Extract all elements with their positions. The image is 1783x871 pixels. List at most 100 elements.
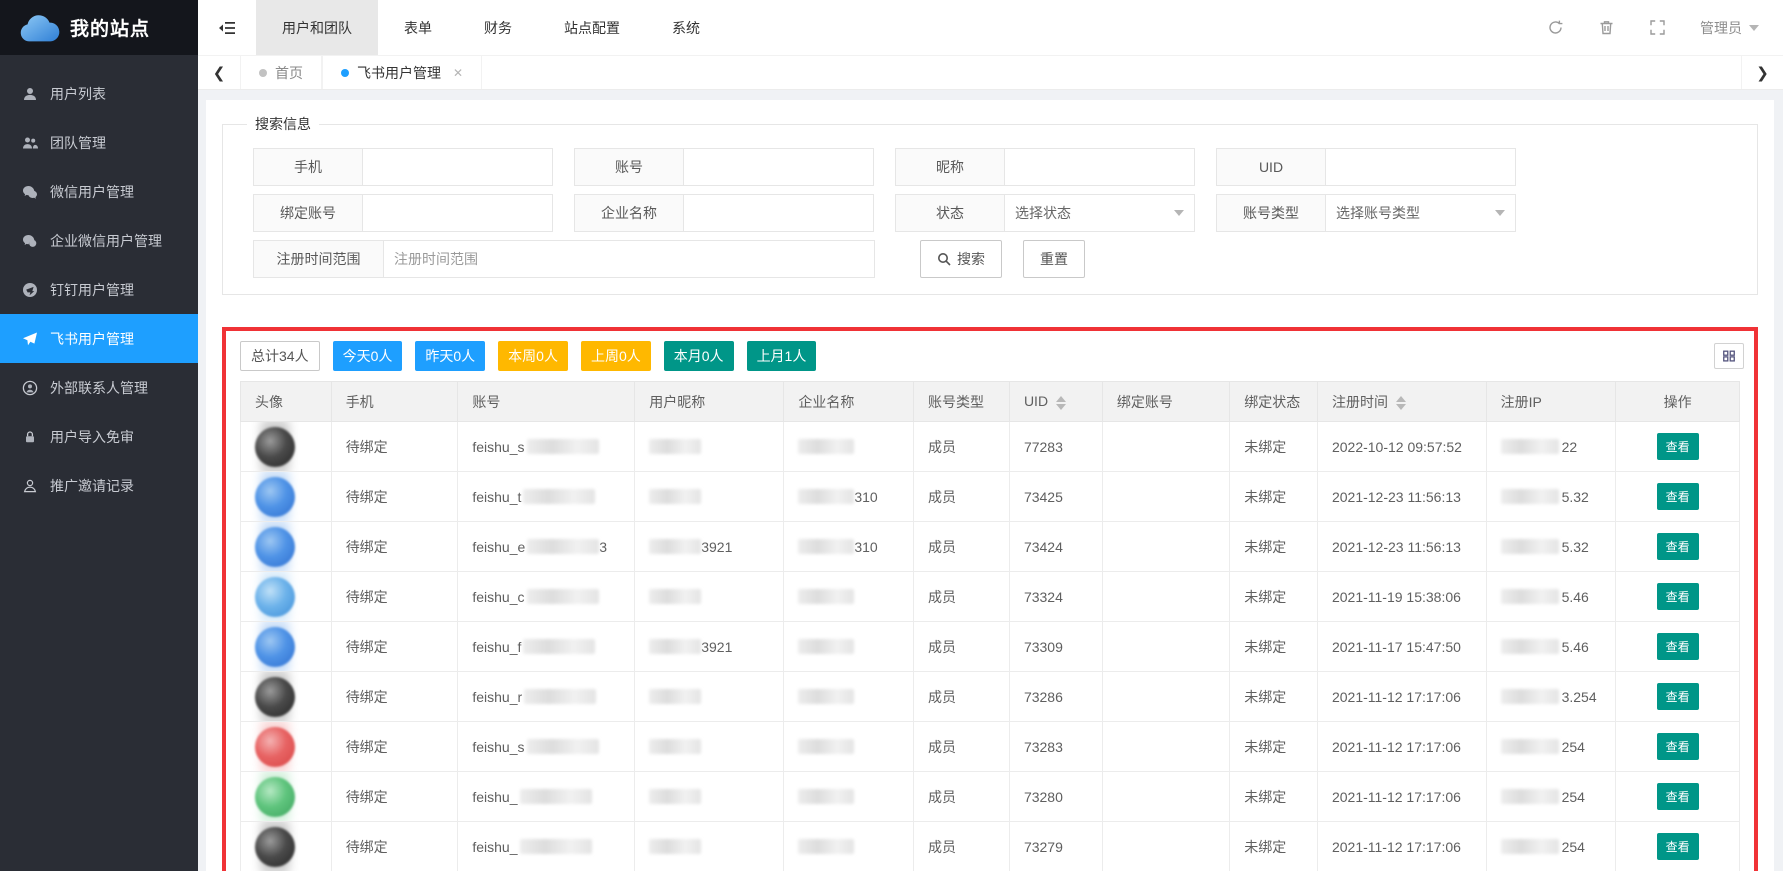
search-field-input[interactable] [363, 194, 553, 232]
ip-tail: 22 [1562, 439, 1578, 455]
reset-button[interactable]: 重置 [1023, 240, 1085, 278]
tab-close-icon[interactable]: ✕ [453, 66, 463, 80]
stat-badge-7[interactable]: 上月1人 [747, 341, 817, 371]
avatar-wrap [255, 577, 295, 617]
avatar [255, 727, 295, 767]
sidebar-item-3[interactable]: 微信用户管理 [0, 167, 198, 216]
search-field-input[interactable] [363, 148, 553, 186]
nickname-cell: 3921 [635, 522, 784, 572]
refresh-icon[interactable] [1547, 19, 1564, 36]
top-nav-item-1[interactable]: 用户和团队 [256, 0, 378, 55]
nickname-redaction-blur [649, 589, 701, 604]
avatar-cell [241, 722, 332, 772]
view-button[interactable]: 查看 [1657, 733, 1699, 760]
chevron-down-icon [1174, 210, 1184, 216]
ip-redaction-blur [1501, 489, 1559, 504]
view-button[interactable]: 查看 [1657, 783, 1699, 810]
account-cell: feishu_c [458, 572, 635, 622]
bind-account-cell [1102, 572, 1229, 622]
search-field-label: 状态 [895, 194, 1005, 232]
sidebar-item-7[interactable]: 外部联系人管理 [0, 363, 198, 412]
account-prefix: feishu_f [472, 639, 521, 655]
sidebar-collapse-icon[interactable] [198, 19, 256, 37]
search-field-select[interactable]: 选择账号类型 [1326, 194, 1516, 232]
sidebar-item-4[interactable]: 企业微信用户管理 [0, 216, 198, 265]
sidebar-item-6[interactable]: 飞书用户管理 [0, 314, 198, 363]
stat-badges: 总计34人今天0人昨天0人本周0人上周0人本月0人上月1人 [240, 341, 1740, 371]
fullscreen-icon[interactable] [1649, 19, 1666, 36]
action-cell: 查看 [1616, 422, 1740, 472]
search-field-input[interactable] [684, 194, 874, 232]
sidebar-item-5[interactable]: 钉钉用户管理 [0, 265, 198, 314]
search-button[interactable]: 搜索 [920, 240, 1002, 278]
account-prefix: feishu_t [472, 489, 521, 505]
sidebar-item-9[interactable]: 推广邀请记录 [0, 461, 198, 510]
stat-badge-1[interactable]: 总计34人 [240, 341, 320, 371]
table-body: 待绑定feishu_s成员77283未绑定2022-10-12 09:57:52… [241, 422, 1740, 871]
tab-bar: ❮ 首页飞书用户管理✕ ❯ [198, 55, 1783, 90]
search-field-3: 昵称 [895, 148, 1195, 186]
company-redaction-blur [798, 639, 854, 654]
account-cell: feishu_t [458, 472, 635, 522]
brand-logo[interactable]: 我的站点 [0, 0, 198, 55]
stat-badge-6[interactable]: 本月0人 [664, 341, 734, 371]
table-row: 待绑定feishu_r成员73286未绑定2021-11-12 17:17:06… [241, 672, 1740, 722]
sidebar-item-8[interactable]: 用户导入免审 [0, 412, 198, 461]
table-row: 待绑定feishu_c成员73324未绑定2021-11-19 15:38:06… [241, 572, 1740, 622]
column-header-label: 注册时间 [1332, 394, 1388, 410]
tab-1[interactable]: 首页 [240, 56, 322, 89]
phone-cell: 待绑定 [331, 772, 458, 822]
nickname-cell [635, 472, 784, 522]
account-redaction-blur [524, 689, 596, 704]
view-button[interactable]: 查看 [1657, 533, 1699, 560]
search-field-input[interactable] [1326, 148, 1516, 186]
table-row: 待绑定feishu_成员73279未绑定2021-11-12 17:17:062… [241, 822, 1740, 871]
company-tail: 310 [854, 489, 877, 505]
trash-icon[interactable] [1598, 19, 1615, 36]
search-field-select[interactable]: 选择状态 [1005, 194, 1195, 232]
sort-icon[interactable] [1056, 396, 1066, 410]
stat-badge-4[interactable]: 本周0人 [498, 341, 568, 371]
tabs-scroll-right-icon[interactable]: ❯ [1741, 56, 1783, 89]
register-time-range-input[interactable] [384, 240, 875, 278]
uid-cell: 73279 [1009, 822, 1102, 871]
table-row: 待绑定feishu_s成员77283未绑定2022-10-12 09:57:52… [241, 422, 1740, 472]
sidebar-item-2[interactable]: 团队管理 [0, 118, 198, 167]
sidebar-item-1[interactable]: 用户列表 [0, 69, 198, 118]
view-button[interactable]: 查看 [1657, 433, 1699, 460]
top-nav-item-2[interactable]: 表单 [378, 0, 458, 55]
stat-badge-3[interactable]: 昨天0人 [415, 341, 485, 371]
bind-status-cell: 未绑定 [1230, 422, 1318, 472]
select-value: 选择状态 [1015, 203, 1071, 223]
stat-badge-5[interactable]: 上周0人 [581, 341, 651, 371]
account-redaction-blur [520, 789, 592, 804]
wechat-icon [22, 184, 38, 200]
view-button[interactable]: 查看 [1657, 683, 1699, 710]
register-time-cell: 2021-11-12 17:17:06 [1317, 772, 1486, 822]
view-button[interactable]: 查看 [1657, 483, 1699, 510]
view-button[interactable]: 查看 [1657, 833, 1699, 860]
top-nav-item-5[interactable]: 系统 [646, 0, 726, 55]
account-prefix: feishu_ [472, 839, 517, 855]
avatar-wrap [255, 477, 295, 517]
admin-menu[interactable]: 管理员 [1700, 18, 1759, 38]
tabs-scroll-left-icon[interactable]: ❮ [198, 56, 240, 89]
sort-icon[interactable] [1396, 396, 1406, 410]
column-settings-button[interactable] [1714, 343, 1744, 369]
search-field-input[interactable] [684, 148, 874, 186]
bind-account-cell [1102, 722, 1229, 772]
column-header-label: 账号类型 [928, 394, 984, 410]
tab-2[interactable]: 飞书用户管理✕ [322, 56, 482, 89]
view-button[interactable]: 查看 [1657, 633, 1699, 660]
top-nav-item-3[interactable]: 财务 [458, 0, 538, 55]
search-field-input[interactable] [1005, 148, 1195, 186]
view-button[interactable]: 查看 [1657, 583, 1699, 610]
register-time-cell: 2021-11-17 15:47:50 [1317, 622, 1486, 672]
avatar-wrap [255, 727, 295, 767]
top-nav-items: 用户和团队表单财务站点配置系统 [256, 0, 726, 55]
register-ip-cell: 22 [1486, 422, 1616, 472]
search-field-label: UID [1216, 148, 1326, 186]
users-icon [22, 135, 38, 151]
stat-badge-2[interactable]: 今天0人 [333, 341, 403, 371]
top-nav-item-4[interactable]: 站点配置 [538, 0, 646, 55]
